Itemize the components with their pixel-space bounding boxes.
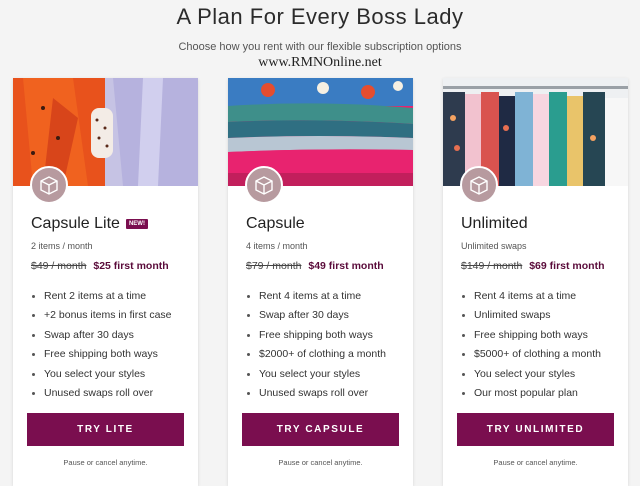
feature-list: Rent 4 items at a time Unlimited swaps F…	[461, 287, 601, 403]
feature-item: Rent 4 items at a time	[461, 287, 601, 306]
feature-item: Rent 2 items at a time	[31, 287, 172, 306]
feature-item: Rent 4 items at a time	[246, 287, 386, 306]
feature-item: Unlimited swaps	[461, 306, 601, 325]
plan-items: 2 items / month	[31, 241, 93, 251]
feature-list: Rent 4 items at a time Swap after 30 day…	[246, 287, 386, 403]
page-subtitle: Choose how you rent with our flexible su…	[178, 41, 462, 53]
box-refresh-icon	[460, 166, 498, 204]
feature-item: Swap after 30 days	[31, 326, 172, 345]
first-month-price: $25 first month	[93, 260, 169, 272]
feature-item: You select your styles	[31, 365, 172, 384]
feature-item: Our most popular plan	[461, 384, 601, 403]
watermark: www.RMNOnline.net	[258, 55, 382, 70]
old-price: $79 / month	[246, 260, 302, 272]
plan-name: Capsule	[246, 215, 305, 232]
box-2-icon	[30, 166, 68, 204]
plan-pricing: $149 / month $69 first month	[461, 260, 604, 272]
plan-name: Capsule Lite NEW!	[31, 215, 148, 233]
plan-name: Unlimited	[461, 215, 528, 232]
feature-list: Rent 2 items at a time +2 bonus items in…	[31, 287, 172, 403]
new-badge: NEW!	[125, 219, 148, 229]
box-4-icon	[245, 166, 283, 204]
feature-item: Unused swaps roll over	[246, 384, 386, 403]
try-unlimited-button[interactable]: TRY UNLIMITED	[457, 413, 614, 446]
old-price: $149 / month	[461, 260, 523, 272]
fineprint: Pause or cancel anytime.	[278, 458, 363, 467]
plan-items: Unlimited swaps	[461, 241, 527, 251]
page-title: A Plan For Every Boss Lady	[176, 4, 464, 29]
plan-card-capsule: Capsule 4 items / month $79 / month $49 …	[228, 78, 413, 486]
plan-card-unlimited: Unlimited Unlimited swaps $149 / month $…	[443, 78, 628, 486]
old-price: $49 / month	[31, 260, 87, 272]
feature-item: Free shipping both ways	[31, 345, 172, 364]
feature-item: Swap after 30 days	[246, 306, 386, 325]
feature-item: Free shipping both ways	[461, 326, 601, 345]
plan-pricing: $79 / month $49 first month	[246, 260, 384, 272]
feature-item: You select your styles	[461, 365, 601, 384]
fineprint: Pause or cancel anytime.	[493, 458, 578, 467]
feature-item: $2000+ of clothing a month	[246, 345, 386, 364]
feature-item: Unused swaps roll over	[31, 384, 172, 403]
feature-item: $5000+ of clothing a month	[461, 345, 601, 364]
feature-item: Free shipping both ways	[246, 326, 386, 345]
plan-pricing: $49 / month $25 first month	[31, 260, 169, 272]
try-lite-button[interactable]: TRY LITE	[27, 413, 184, 446]
feature-item: You select your styles	[246, 365, 386, 384]
try-capsule-button[interactable]: TRY CAPSULE	[242, 413, 399, 446]
first-month-price: $69 first month	[529, 260, 605, 272]
feature-item: +2 bonus items in first case	[31, 306, 172, 325]
fineprint: Pause or cancel anytime.	[63, 458, 148, 467]
plan-items: 4 items / month	[246, 241, 308, 251]
plan-card-capsule-lite: Capsule Lite NEW! 2 items / month $49 / m…	[13, 78, 198, 486]
first-month-price: $49 first month	[308, 260, 384, 272]
